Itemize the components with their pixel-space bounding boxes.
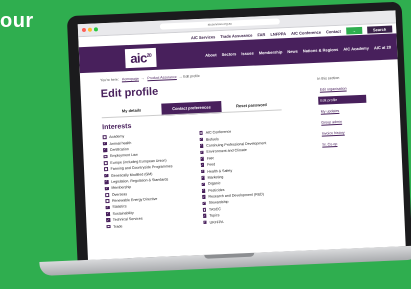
aic-logo[interactable]: aic20: [124, 47, 157, 68]
interest-label: Marketing: [207, 174, 224, 180]
nav-item[interactable]: Nations & Regions: [303, 46, 339, 53]
page-title: Edit profile: [100, 85, 159, 101]
interests-list: Academy AIC Conference ✓ Animal health ✓ Biof…: [102, 126, 292, 230]
interest-label: Health & Safety: [207, 168, 233, 174]
interest-checkbox[interactable]: ✓: [105, 205, 110, 210]
interest-checkbox[interactable]: ✓: [200, 175, 205, 180]
utility-link[interactable]: AIC Services: [191, 34, 216, 40]
utility-link[interactable]: FAR: [257, 32, 265, 37]
utility-link[interactable]: AIC Conference: [291, 29, 321, 35]
profile-tabs: My details Contact preferences Reset pas…: [101, 98, 282, 119]
sidebar-item-edit-organisation[interactable]: Edit organisation: [318, 84, 366, 94]
nav-item[interactable]: Membership: [259, 49, 283, 55]
laptop-screen: aicservices.org.au AIC Services Trade As…: [77, 10, 406, 261]
breadcrumb-prefix: You're here:: [100, 77, 119, 83]
logo-text: aic: [129, 49, 148, 66]
interest-checkbox[interactable]: ✓: [200, 156, 204, 161]
interest-label: Stewardship: [208, 200, 229, 206]
sidebar-item-group-admin[interactable]: Group admin: [319, 117, 367, 127]
sidebar-heading: In this section: [317, 75, 340, 81]
sidebar-item-my-updates[interactable]: My updates: [319, 106, 367, 116]
interest-checkbox[interactable]: [102, 135, 107, 140]
interest-checkbox[interactable]: ✓: [105, 211, 110, 216]
interest-checkbox[interactable]: ✓: [106, 218, 110, 223]
interest-label: Trade: [113, 224, 123, 229]
nav-item[interactable]: AIC Academy: [343, 45, 369, 51]
interest-checkbox[interactable]: ✓: [202, 220, 207, 225]
interest-checkbox[interactable]: [103, 161, 108, 165]
interest-checkbox[interactable]: ✓: [200, 169, 205, 174]
interest-label: Feed: [206, 162, 216, 167]
interest-checkbox[interactable]: ✓: [199, 137, 204, 142]
interest-checkbox[interactable]: [106, 224, 111, 229]
interest-label: Pesticides: [208, 187, 225, 193]
interest-checkbox[interactable]: ✓: [201, 182, 205, 187]
maximize-window-icon[interactable]: [93, 27, 99, 32]
close-window-icon[interactable]: [81, 27, 87, 33]
page-content: Edit profile My details Contact preferen…: [80, 69, 404, 231]
interest-checkbox[interactable]: [105, 192, 109, 197]
interest-label: Organic: [207, 181, 221, 187]
address-bar[interactable]: aicservices.org.au: [159, 18, 280, 30]
sidebar-item-sr-coop[interactable]: Sr. Co-op: [320, 139, 368, 149]
tab-reset-password[interactable]: Reset password: [221, 98, 282, 114]
nav-item[interactable]: Sectors: [222, 51, 237, 57]
sidebar-item-invoice-history[interactable]: Invoice history: [320, 128, 368, 138]
interest-checkbox[interactable]: ✓: [201, 194, 206, 199]
interest-label: Animal health: [109, 140, 132, 146]
interest-checkbox[interactable]: ✓: [202, 214, 207, 219]
interest-checkbox[interactable]: [103, 154, 108, 159]
interest-label: Overseas: [111, 191, 128, 197]
nav-item[interactable]: Issues: [241, 50, 254, 56]
section-sidebar: In this section Edit organisation Edit p…: [317, 75, 371, 221]
minimize-window-icon[interactable]: [87, 27, 93, 32]
interest-label: Academy: [109, 134, 125, 140]
nav-item[interactable]: AIC at 20: [374, 44, 391, 50]
interest-label: Sustainability: [112, 210, 134, 216]
interest-checkbox[interactable]: [105, 199, 110, 204]
interest-label: TASCC: [208, 207, 222, 212]
interest-checkbox[interactable]: ✓: [104, 186, 109, 191]
interest-label: UKFFPA: [209, 219, 224, 225]
interest-checkbox[interactable]: [198, 131, 203, 136]
logo-anniversary: 20: [146, 52, 152, 59]
utility-link[interactable]: Contact: [326, 28, 341, 34]
search-button[interactable]: Search: [366, 25, 393, 34]
tab-contact-preferences[interactable]: Contact preferences: [161, 101, 222, 116]
sidebar-item-edit-profile[interactable]: Edit profile: [318, 94, 367, 105]
interest-checkbox[interactable]: ✓: [104, 179, 109, 184]
interest-label: Certification: [109, 147, 129, 152]
interest-label: Membership: [111, 185, 132, 191]
interest-checkbox[interactable]: ✓: [103, 148, 107, 152]
nav-item[interactable]: News: [287, 48, 298, 53]
interest-checkbox[interactable]: ✓: [199, 143, 204, 148]
tab-my-details[interactable]: My details: [101, 103, 162, 119]
interest-checkbox[interactable]: ✓: [201, 188, 206, 193]
nav-item[interactable]: About: [205, 52, 217, 57]
promo-text: our: [0, 10, 34, 32]
interest-checkbox[interactable]: [103, 167, 108, 172]
main-nav: About Sectors Issues Membership News Nat…: [205, 44, 391, 57]
interest-label: Biofuels: [205, 136, 219, 142]
interest-checkbox[interactable]: ✓: [202, 201, 206, 206]
interest-checkbox[interactable]: ✓: [104, 173, 109, 178]
interest-checkbox[interactable]: ✓: [199, 150, 204, 155]
interest-label: Statistics: [112, 204, 127, 210]
breadcrumb-link[interactable]: Homepage: [122, 77, 139, 82]
main-column: Edit profile My details Contact preferen…: [100, 77, 311, 230]
utility-link[interactable]: LNFPPA: [270, 31, 286, 37]
interest-label: FAR: [206, 156, 214, 161]
interest-checkbox[interactable]: [202, 207, 207, 212]
interest-label: Topics: [209, 213, 220, 218]
utility-link[interactable]: Trade Assurance: [220, 32, 252, 38]
login-button[interactable]: →: [345, 26, 363, 35]
interest-checkbox[interactable]: ✓: [102, 141, 107, 146]
interest-checkbox[interactable]: ✓: [200, 163, 205, 167]
breadcrumb-current: Edit profile: [183, 73, 200, 79]
